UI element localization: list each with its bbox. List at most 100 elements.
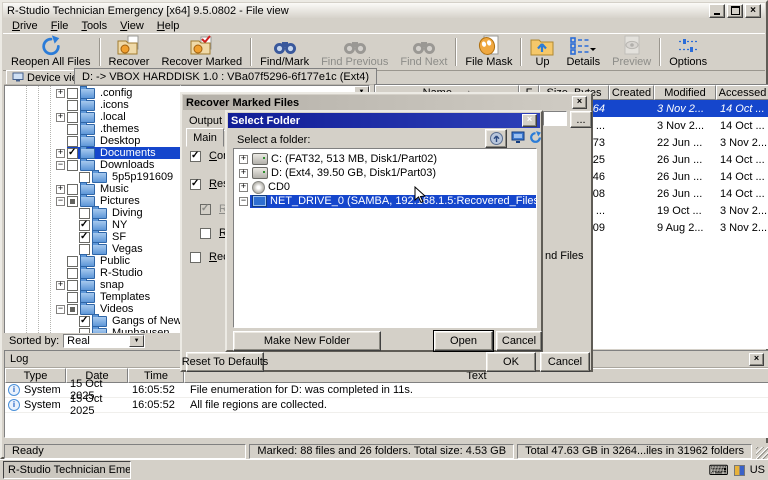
tree-item[interactable]: 5p5p191609 — [5, 171, 180, 183]
tab-main[interactable]: Main — [186, 128, 224, 147]
menu-tools[interactable]: Tools — [75, 19, 114, 33]
drive-item-cd0[interactable]: CD0 — [234, 180, 536, 194]
expand-icon[interactable] — [239, 183, 248, 192]
find-next-button[interactable]: Find Next — [394, 35, 453, 69]
browse-button[interactable]: ... — [570, 111, 592, 128]
checkbox[interactable] — [67, 256, 78, 267]
column-header-created[interactable]: Created — [609, 85, 654, 100]
column-header-accessed[interactable]: Accessed — [716, 85, 768, 100]
tree-item[interactable]: Templates — [5, 291, 180, 303]
tree-item[interactable]: R-Studio — [5, 267, 180, 279]
select-folder-close-icon[interactable] — [522, 114, 537, 127]
minimize-icon[interactable] — [709, 4, 725, 18]
find-previous-button[interactable]: Find Previous — [315, 35, 394, 69]
tree-item[interactable]: Public — [5, 255, 180, 267]
collapse-icon[interactable] — [239, 197, 248, 206]
log-column-type[interactable]: Type — [5, 368, 66, 383]
preview-button[interactable]: Preview — [606, 35, 657, 69]
checkbox[interactable] — [79, 208, 90, 219]
checkbox[interactable] — [67, 148, 78, 159]
drive-item-c[interactable]: C: (FAT32, 513 MB, Disk1/Part02) — [234, 152, 536, 166]
checkbox[interactable] — [67, 304, 78, 315]
checkbox[interactable] — [67, 88, 78, 99]
expand-icon[interactable] — [56, 149, 65, 158]
checkbox[interactable] — [200, 204, 211, 215]
open-button[interactable]: Open — [434, 331, 493, 351]
recover-dialog-close-icon[interactable] — [572, 96, 587, 109]
checkbox[interactable] — [67, 112, 78, 123]
expand-icon[interactable] — [56, 113, 65, 122]
new-folder-button[interactable] — [485, 129, 507, 148]
sorted-by-combobox[interactable]: Real — [63, 334, 145, 348]
log-column-time[interactable]: Time — [128, 368, 184, 383]
tree-item[interactable]: .local — [5, 111, 180, 123]
checkbox[interactable] — [67, 268, 78, 279]
checkbox[interactable] — [67, 292, 78, 303]
expand-icon[interactable] — [56, 281, 65, 290]
tree-item[interactable]: .themes — [5, 123, 180, 135]
file-mask-button[interactable]: File Mask — [459, 35, 518, 69]
collapse-icon[interactable] — [56, 161, 65, 170]
checkbox[interactable] — [79, 316, 90, 327]
menu-help[interactable]: Help — [151, 19, 187, 33]
reset-to-defaults-button[interactable]: Reset To Defaults — [186, 352, 264, 372]
recover-cancel-button[interactable]: Cancel — [540, 352, 590, 372]
disk-icon — [252, 167, 268, 179]
close-icon[interactable] — [745, 4, 761, 18]
find-mark-button[interactable]: Find/Mark — [254, 35, 315, 69]
checkbox[interactable] — [67, 100, 78, 111]
expand-icon[interactable] — [56, 185, 65, 194]
expand-icon[interactable] — [239, 169, 248, 178]
checkbox[interactable] — [67, 196, 78, 207]
checkbox[interactable] — [190, 179, 201, 190]
drive-tab[interactable]: D: -> VBOX HARDDISK 1.0 : VBa07f5296-6f1… — [74, 68, 377, 85]
collapse-icon[interactable] — [56, 197, 65, 206]
checkbox[interactable] — [67, 184, 78, 195]
checkbox[interactable] — [79, 220, 90, 231]
checkbox[interactable] — [67, 136, 78, 147]
expand-icon[interactable] — [239, 155, 248, 164]
taskbar-app-button[interactable]: R-Studio Technician Emerg... — [3, 461, 131, 479]
resize-grip[interactable] — [756, 447, 768, 459]
checkbox[interactable] — [190, 252, 201, 263]
refresh-icon[interactable] — [527, 130, 543, 145]
details-button[interactable]: Details — [560, 35, 606, 69]
make-new-folder-button[interactable]: Make New Folder — [233, 331, 381, 351]
chevron-down-icon[interactable] — [129, 335, 144, 347]
column-header-modified[interactable]: Modified — [654, 85, 716, 100]
maximize-icon[interactable] — [727, 4, 743, 18]
keyboard-icon[interactable]: ⌨ — [709, 463, 729, 477]
up-button[interactable]: Up — [524, 35, 560, 69]
menu-file[interactable]: File — [45, 19, 76, 33]
tree-item[interactable]: .icons — [5, 99, 180, 111]
options-button[interactable]: Options — [663, 35, 713, 69]
reopen-all-files-button[interactable]: Reopen All Files — [5, 35, 97, 69]
menu-drive[interactable]: Drive — [6, 19, 45, 33]
checkbox[interactable] — [79, 232, 90, 243]
checkbox[interactable] — [67, 280, 78, 291]
select-folder-cancel-button[interactable]: Cancel — [496, 331, 542, 351]
drive-item-d[interactable]: D: (Ext4, 39.50 GB, Disk1/Part03) — [234, 166, 536, 180]
tree-item-documents[interactable]: Documents — [5, 147, 180, 159]
output-folder-input[interactable] — [543, 111, 567, 126]
drive-item-net-drive[interactable]: NET_DRIVE_0 (SAMBA, 192.168.1.5:Recovere… — [234, 194, 536, 208]
language-indicator[interactable]: US — [750, 464, 765, 476]
checkbox[interactable] — [67, 124, 78, 135]
expand-icon[interactable] — [56, 89, 65, 98]
collapse-icon[interactable] — [56, 305, 65, 314]
tree-item[interactable]: Desktop — [5, 135, 180, 147]
ok-button[interactable]: OK — [486, 352, 536, 372]
checkbox[interactable] — [200, 228, 211, 239]
checkbox[interactable] — [67, 160, 78, 171]
menu-view[interactable]: View — [114, 19, 151, 33]
desktop-icon[interactable] — [510, 130, 526, 145]
recover-button[interactable]: Recover — [103, 35, 156, 69]
tree-item[interactable]: snap — [5, 279, 180, 291]
log-row[interactable]: System 15 Oct 2025 16:05:52 All file reg… — [5, 398, 768, 413]
tree-item[interactable]: Vegas — [5, 243, 180, 255]
checkbox[interactable] — [190, 151, 201, 162]
tree-item[interactable]: Music — [5, 183, 180, 195]
log-close-icon[interactable] — [749, 353, 764, 366]
tree-item[interactable]: .config — [5, 87, 180, 99]
recover-marked-button[interactable]: Recover Marked — [155, 35, 248, 69]
